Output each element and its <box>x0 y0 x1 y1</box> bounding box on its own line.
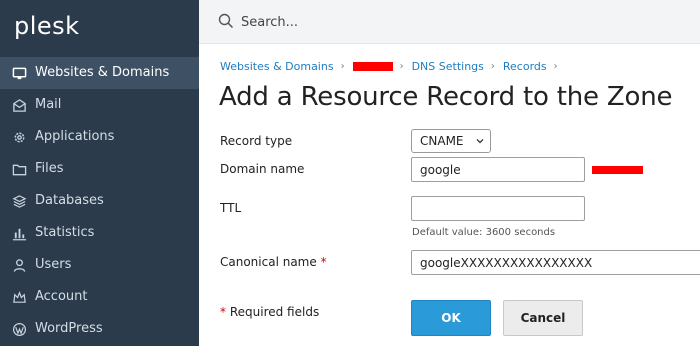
sidebar-item-label: Files <box>35 161 64 176</box>
domain-name-field[interactable] <box>411 157 585 182</box>
chevron-right-icon: › <box>399 60 404 72</box>
sidebar-item-applications[interactable]: Applications <box>0 121 199 153</box>
breadcrumb-dns-settings[interactable]: DNS Settings <box>412 60 484 73</box>
sidebar-item-label: Websites & Domains <box>35 65 170 80</box>
search-input[interactable] <box>241 11 541 33</box>
sidebar-item-files[interactable]: Files <box>0 153 199 185</box>
record-type-label: Record type <box>220 134 293 148</box>
record-type-select[interactable]: CNAME <box>411 129 491 153</box>
sidebar-item-label: Statistics <box>35 225 95 240</box>
sidebar-item-label: Account <box>35 289 88 304</box>
required-star: * <box>220 305 226 319</box>
sidebar-item-account[interactable]: Account <box>0 281 199 313</box>
page-title: Add a Resource Record to the Zone <box>219 82 673 112</box>
chevron-down-icon <box>476 139 484 144</box>
ttl-label: TTL <box>220 201 242 215</box>
breadcrumb-redacted-domain[interactable] <box>352 61 393 71</box>
mail-icon <box>13 99 26 112</box>
cancel-button[interactable]: Cancel <box>503 300 583 336</box>
sidebar-item-websites-domains[interactable]: Websites & Domains <box>0 57 199 89</box>
ok-button[interactable]: OK <box>411 300 491 336</box>
chevron-right-icon: › <box>340 60 345 72</box>
bar-chart-icon <box>12 228 27 241</box>
canonical-name-label-text: Canonical name <box>220 255 317 269</box>
required-star: * <box>320 255 327 269</box>
required-fields-text: Required fields <box>229 305 320 319</box>
domain-redaction-mark <box>592 166 643 174</box>
folder-icon <box>12 164 27 176</box>
sidebar-nav: Websites & Domains Mail Applications Fil… <box>0 57 199 345</box>
sidebar-item-statistics[interactable]: Statistics <box>0 217 199 249</box>
sidebar-item-label: Mail <box>35 97 62 112</box>
plesk-logo[interactable]: plesk <box>14 12 80 40</box>
database-icon <box>12 195 27 208</box>
search-icon[interactable] <box>218 13 234 29</box>
sidebar-item-label: Applications <box>35 129 115 144</box>
wordpress-icon <box>12 322 27 337</box>
user-icon <box>13 259 26 272</box>
sidebar-item-label: WordPress <box>35 321 103 336</box>
breadcrumb: Websites & Domains › › DNS Settings › Re… <box>220 58 566 74</box>
gear-icon <box>14 132 25 143</box>
account-icon <box>13 291 26 303</box>
breadcrumb-websites-domains[interactable]: Websites & Domains <box>220 60 334 73</box>
sidebar-item-databases[interactable]: Databases <box>0 185 199 217</box>
canonical-name-field[interactable] <box>411 250 700 275</box>
record-type-value: CNAME <box>420 134 464 148</box>
sidebar: plesk Websites & Domains Mail Applicatio… <box>0 0 199 346</box>
chevron-right-icon: › <box>490 60 495 72</box>
ttl-hint: Default value: 3600 seconds <box>412 227 556 238</box>
chevron-right-icon: › <box>553 60 558 72</box>
canonical-name-label: Canonical name * <box>220 255 327 269</box>
required-fields-note: * Required fields <box>220 305 319 319</box>
sidebar-item-wordpress[interactable]: WordPress <box>0 313 199 345</box>
monitor-icon <box>12 67 27 80</box>
sidebar-item-label: Databases <box>35 193 104 208</box>
domain-name-label: Domain name <box>220 162 305 176</box>
sidebar-item-mail[interactable]: Mail <box>0 89 199 121</box>
sidebar-item-users[interactable]: Users <box>0 249 199 281</box>
ttl-field[interactable] <box>411 196 585 221</box>
sidebar-item-label: Users <box>35 257 72 272</box>
top-search-bar <box>199 0 700 44</box>
breadcrumb-records[interactable]: Records <box>503 60 547 73</box>
